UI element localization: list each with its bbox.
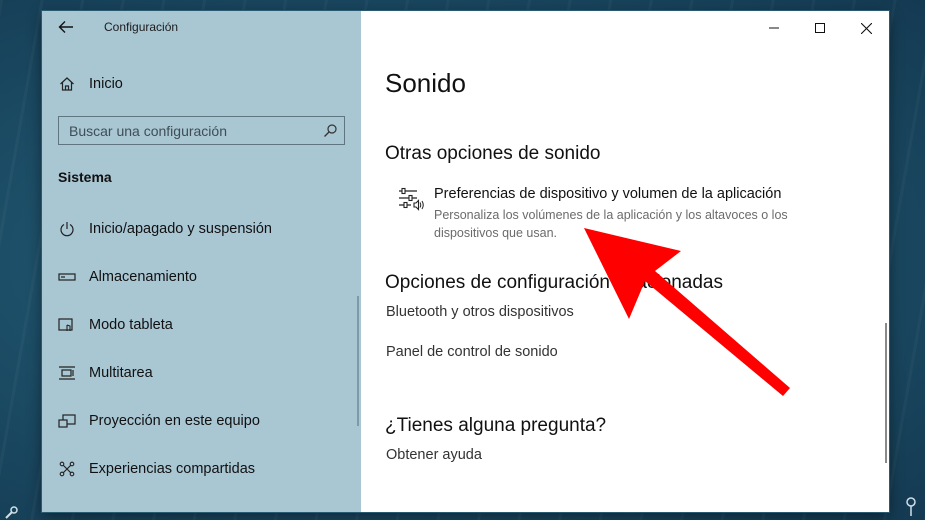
sidebar: Configuración Inicio Sistema [42,11,361,512]
main-scrollbar[interactable] [885,323,887,463]
sidebar-item-power[interactable]: Inicio/apagado y suspensión [42,214,361,244]
page-title: Sonido [385,68,466,98]
sidebar-item-tablet-mode[interactable]: Modo tableta [42,310,361,340]
shared-experiences-icon [58,460,76,478]
search-icon[interactable] [322,123,338,139]
sidebar-item-label: Almacenamiento [89,269,197,285]
home-icon [58,75,76,93]
back-button[interactable] [54,17,78,37]
app-title: Configuración [104,20,179,34]
minimize-button[interactable] [751,15,797,41]
search-input[interactable] [67,121,311,141]
sidebar-item-projection[interactable]: Proyección en este equipo [42,406,361,436]
sidebar-item-multitask[interactable]: Multitarea [42,358,361,388]
back-arrow-icon [58,21,73,33]
pref-description: Personaliza los volúmenes de la aplicaci… [434,208,788,240]
main-content: Sonido Otras opciones de sonido Preferen… [361,11,889,512]
sidebar-item-shared-experiences[interactable]: Experiencias compartidas [42,454,361,484]
section-label: Sistema [58,169,112,185]
pref-title[interactable]: Preferencias de dispositivo y volumen de… [434,186,781,202]
storage-icon [58,268,76,286]
sound-mixer-icon [399,187,424,211]
question-heading: ¿Tienes alguna pregunta? [385,415,607,436]
desktop-decoration-icon [5,506,18,519]
tablet-mode-icon [58,316,76,334]
home-label: Inicio [89,76,123,92]
sidebar-scrollbar[interactable] [357,296,359,426]
other-options-heading: Otras opciones de sonido [385,143,601,164]
related-settings-heading: Opciones de configuración relacionadas [385,272,723,293]
sidebar-item-storage[interactable]: Almacenamiento [42,262,361,292]
search-box[interactable] [58,116,345,145]
minimize-icon [769,27,779,29]
close-button[interactable] [843,15,889,41]
link-sound-control-panel[interactable]: Panel de control de sonido [386,344,558,360]
title-bar-left: Configuración [42,11,361,43]
sidebar-item-label: Modo tableta [89,317,173,333]
maximize-icon [815,23,825,33]
sidebar-item-label: Inicio/apagado y suspensión [89,221,272,237]
power-icon [58,220,76,238]
projection-icon [58,412,76,430]
sidebar-item-label: Proyección en este equipo [89,413,260,429]
link-bluetooth[interactable]: Bluetooth y otros dispositivos [386,304,574,320]
settings-window: Configuración Inicio Sistema [42,11,889,512]
close-icon [860,22,872,34]
network-icon [906,497,916,516]
sidebar-item-label: Multitarea [89,365,153,381]
sidebar-item-label: Experiencias compartidas [89,461,256,477]
maximize-button[interactable] [797,15,843,41]
link-get-help[interactable]: Obtener ayuda [386,447,482,463]
sidebar-item-home[interactable]: Inicio [42,71,361,97]
multitask-icon [58,364,76,382]
